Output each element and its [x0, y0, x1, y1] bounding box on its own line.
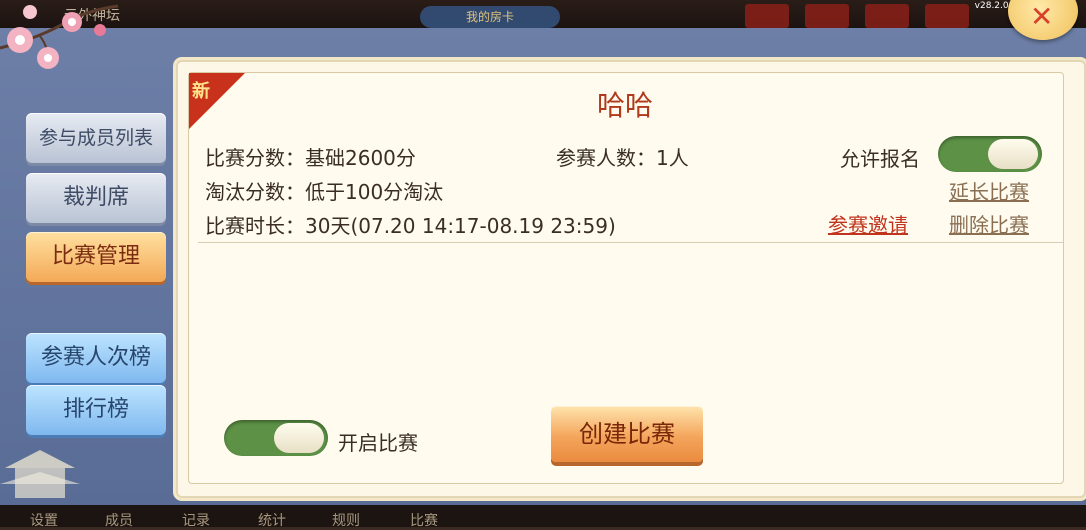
sidebar-item-leaderboard[interactable]: 排行榜	[26, 385, 166, 435]
sidebar-item-match-management[interactable]: 比赛管理	[26, 232, 166, 282]
allow-signup-toggle[interactable]	[938, 136, 1042, 172]
room-card-button[interactable]: 我的房卡	[420, 6, 560, 28]
sidebar-item-participation-rank[interactable]: 参赛人次榜	[26, 333, 166, 383]
start-match-label: 开启比赛	[338, 431, 418, 455]
top-icon-button[interactable]	[925, 4, 969, 28]
elimination-score: 淘汰分数：低于100分淘汰	[205, 180, 444, 204]
match-score: 比赛分数：基础2600分	[205, 146, 416, 170]
allow-signup-label: 允许报名	[840, 147, 920, 171]
bottom-tab-settings[interactable]: 设置	[30, 510, 58, 530]
top-bar: 云外神坛 我的房卡 v28.2.0(6.8.141)	[0, 0, 1086, 30]
bottom-tab-members[interactable]: 成员	[105, 510, 133, 530]
blossom-decoration-icon	[0, 4, 119, 69]
bottom-tab-match[interactable]: 比赛	[410, 510, 438, 530]
divider	[198, 242, 1064, 243]
invite-link[interactable]: 参赛邀请	[828, 209, 908, 238]
top-icon-button[interactable]	[865, 4, 909, 28]
top-icon-button[interactable]	[805, 4, 849, 28]
bottom-tab-bar: 设置 成员 记录 统计 规则 比赛	[0, 505, 1086, 530]
extend-match-link[interactable]: 延长比赛	[949, 176, 1029, 205]
sidebar-item-referee[interactable]: 裁判席	[26, 173, 166, 223]
bottom-tab-records[interactable]: 记录	[182, 510, 210, 530]
start-match-toggle[interactable]	[224, 420, 328, 456]
delete-match-link[interactable]: 删除比赛	[949, 209, 1029, 238]
top-icon-button[interactable]	[745, 4, 789, 28]
close-icon: ✕	[1030, 0, 1054, 33]
toggle-knob	[988, 139, 1038, 169]
participant-count: 参赛人数：1人	[556, 146, 689, 170]
toggle-knob	[274, 423, 324, 453]
bottom-tab-rules[interactable]: 规则	[332, 510, 360, 530]
match-duration: 比赛时长：30天(07.20 14:17-08.19 23:59)	[205, 214, 616, 238]
match-title: 哈哈	[596, 89, 653, 122]
bottom-tab-stats[interactable]: 统计	[258, 510, 286, 530]
create-match-button[interactable]: 创建比赛	[551, 406, 703, 462]
pagoda-decoration-icon	[0, 450, 80, 498]
